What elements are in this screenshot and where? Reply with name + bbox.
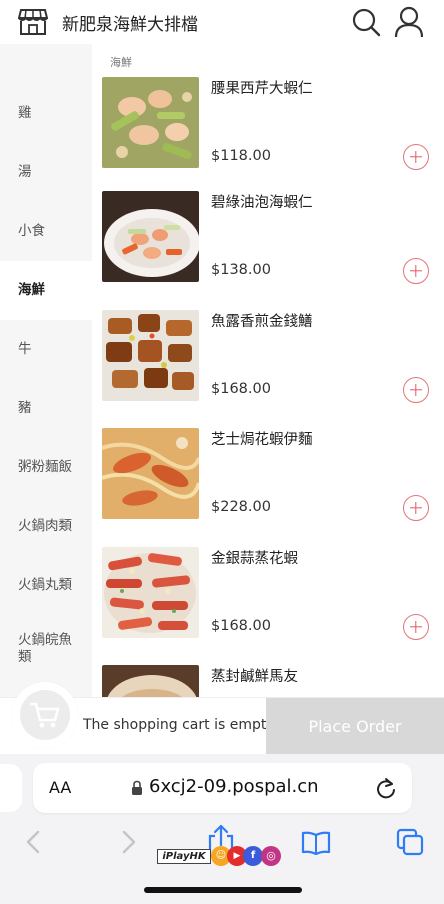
facebook-icon: f <box>243 846 263 866</box>
text-size-button[interactable]: AA <box>49 778 71 797</box>
product-price: $138.00 <box>211 262 271 278</box>
product-name: 金銀蒜蒸花蝦 <box>211 551 298 567</box>
product-price: $118.00 <box>211 148 271 164</box>
product-item[interactable]: 蒸封鹹鮮馬友 <box>92 665 444 700</box>
product-name: 芝士焗花蝦伊麵 <box>211 432 313 448</box>
product-price: $168.00 <box>211 381 271 397</box>
product-price: $228.00 <box>211 499 271 515</box>
product-price: $168.00 <box>211 618 271 634</box>
instagram-icon: ◎ <box>261 846 281 866</box>
green-veg-shrimp-photo[interactable] <box>102 191 199 282</box>
category-item[interactable]: 粥粉麵飯 <box>0 438 92 497</box>
url-text: 6xcj2-09.pospal.cn <box>149 776 319 797</box>
back-icon[interactable] <box>24 829 42 855</box>
watermark: iPlayHK ☺ ▶ f ◎ <box>157 846 283 868</box>
product-item[interactable]: 芝士焗花蝦伊麵 $228.00 <box>92 428 444 546</box>
bookmarks-icon[interactable] <box>301 831 331 855</box>
product-item[interactable]: 金銀蒜蒸花蝦 $168.00 <box>92 547 444 665</box>
user-icon[interactable] <box>394 6 424 38</box>
store-name: 新肥泉海鮮大排檔 <box>62 15 198 35</box>
cart-button[interactable] <box>12 682 78 748</box>
category-item[interactable]: 火鍋丸類 <box>0 556 92 615</box>
add-to-cart-button[interactable] <box>403 377 429 403</box>
place-order-button[interactable]: Place Order <box>266 698 444 755</box>
category-item-active[interactable]: 海鮮 <box>0 261 92 320</box>
cashew-celery-shrimp-photo[interactable] <box>102 77 199 168</box>
store-icon[interactable] <box>18 8 48 36</box>
home-indicator[interactable] <box>144 887 302 893</box>
category-item[interactable]: 牛 <box>0 320 92 379</box>
add-to-cart-button[interactable] <box>403 258 429 284</box>
top-header: 新肥泉海鮮大排檔 <box>0 0 444 44</box>
category-item[interactable]: 豬 <box>0 379 92 438</box>
product-name: 碧綠油泡海蝦仁 <box>211 195 313 211</box>
previous-tab-edge[interactable] <box>0 764 22 812</box>
product-name: 魚露香煎金錢鱔 <box>211 314 313 330</box>
category-item[interactable]: 火鍋肉類 <box>0 497 92 556</box>
lock-icon <box>132 780 142 795</box>
product-item[interactable]: 腰果西芹大蝦仁 $118.00 <box>92 77 444 195</box>
forward-icon[interactable] <box>120 829 138 855</box>
steamed-fish-photo[interactable] <box>102 665 199 700</box>
fried-eel-photo[interactable] <box>102 310 199 401</box>
product-name: 蒸封鹹鮮馬友 <box>211 669 298 685</box>
search-icon[interactable] <box>351 7 381 37</box>
reload-icon[interactable] <box>375 776 397 800</box>
category-item[interactable]: 介 <box>0 44 92 88</box>
watermark-badge: iPlayHK <box>157 849 211 864</box>
cart-badge-bg <box>20 690 70 740</box>
cart-empty-text: The shopping cart is empty <box>83 717 275 733</box>
category-sidebar: 介 雞 湯 小食 海鮮 牛 豬 粥粉麵飯 火鍋肉類 火鍋丸類 火鍋皖魚類 <box>0 44 92 700</box>
garlic-steamed-prawn-photo[interactable] <box>102 547 199 638</box>
browser-chrome: AA 6xcj2-09.pospal.cn iPlayHK ☺ ▶ f ◎ <box>0 754 444 904</box>
category-item[interactable]: 小食 <box>0 202 92 261</box>
category-item[interactable]: 雞 <box>0 84 92 143</box>
section-label: 海鮮 <box>110 56 132 69</box>
category-item[interactable]: 火鍋皖魚類 <box>0 619 78 678</box>
product-item[interactable]: 魚露香煎金錢鱔 $168.00 <box>92 310 444 428</box>
product-list: 海鮮 腰果西芹大蝦仁 $118.00 碧綠油泡海蝦仁 $138.00 魚露香煎金… <box>92 44 444 700</box>
cheese-prawn-noodle-photo[interactable] <box>102 428 199 519</box>
product-name: 腰果西芹大蝦仁 <box>211 81 313 97</box>
shopping-cart-icon <box>30 702 60 728</box>
cart-bar: The shopping cart is empty Place Order <box>0 682 444 755</box>
add-to-cart-button[interactable] <box>403 144 429 170</box>
tabs-icon[interactable] <box>396 828 424 856</box>
category-item[interactable]: 湯 <box>0 143 92 202</box>
product-item[interactable]: 碧綠油泡海蝦仁 $138.00 <box>92 191 444 309</box>
add-to-cart-button[interactable] <box>403 614 429 640</box>
add-to-cart-button[interactable] <box>403 495 429 521</box>
address-bar[interactable]: AA 6xcj2-09.pospal.cn <box>33 763 412 813</box>
app-screen: 新肥泉海鮮大排檔 介 雞 湯 小食 海鮮 牛 豬 粥粉麵飯 火鍋肉類 火鍋丸類 … <box>0 0 444 904</box>
